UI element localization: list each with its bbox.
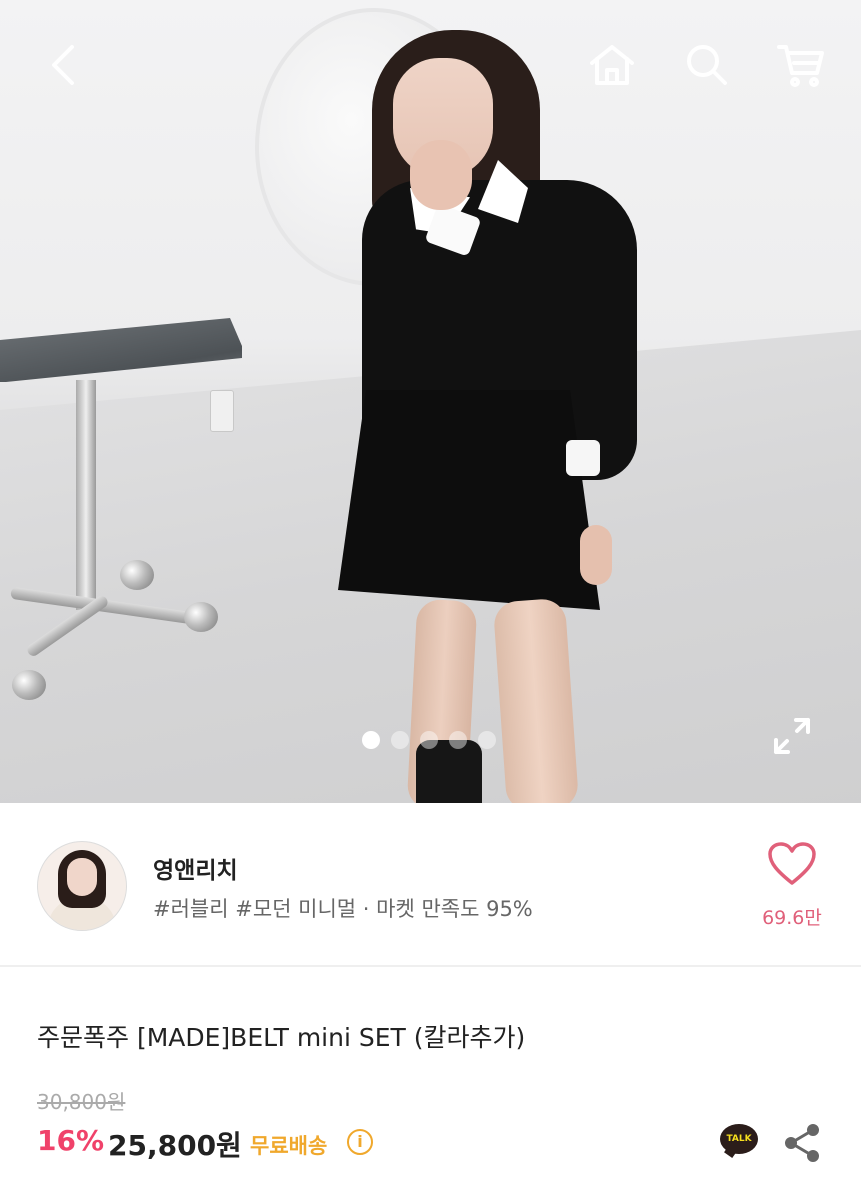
product-image[interactable] [0, 0, 861, 803]
model-boot [416, 740, 482, 803]
seller-section[interactable]: 영앤리치 #러블리 #모던 미니멀 · 마켓 만족도 95% 69.6만 [0, 803, 861, 967]
kakao-talk-button[interactable]: TALK [720, 1124, 760, 1158]
info-icon[interactable]: i [347, 1129, 373, 1155]
share-icon [785, 1124, 819, 1162]
side-table-top [0, 318, 242, 382]
model-hand [580, 525, 612, 585]
search-button[interactable] [680, 38, 734, 92]
free-shipping-badge: 무료배송 [250, 1134, 328, 1158]
home-icon [590, 45, 634, 85]
pagination-dot-active[interactable] [362, 731, 380, 749]
like-count: 69.6만 [762, 907, 822, 929]
home-button[interactable] [585, 38, 639, 92]
search-icon [687, 45, 727, 85]
pagination-dot[interactable] [391, 731, 409, 749]
avatar-face [67, 858, 97, 896]
model-hand [410, 140, 472, 210]
expand-icon [774, 718, 810, 754]
seller-name[interactable]: 영앤리치 [153, 851, 238, 885]
seller-avatar[interactable] [37, 841, 127, 931]
cart-button[interactable] [774, 38, 828, 92]
model-leg [492, 597, 580, 803]
chevron-left-icon [52, 45, 74, 85]
pagination-dot[interactable] [478, 731, 496, 749]
wall-outlet [210, 390, 234, 432]
talk-icon: TALK [720, 1124, 758, 1154]
original-price: 30,800원 [37, 1090, 126, 1114]
table-wheel [120, 560, 154, 590]
side-table-leg [76, 380, 96, 610]
share-button[interactable] [783, 1123, 821, 1163]
model-cuff [566, 440, 600, 476]
pagination-dot[interactable] [420, 731, 438, 749]
cart-icon [777, 45, 824, 87]
seller-tags: #러블리 #모던 미니멀 · 마켓 만족도 95% [153, 897, 533, 921]
discount-rate: 16% [37, 1124, 105, 1157]
gallery-pagination [362, 731, 496, 749]
heart-icon [768, 842, 816, 885]
like-button[interactable]: 69.6만 [752, 841, 832, 930]
table-wheel [184, 602, 218, 632]
product-title: 주문폭주 [MADE]BELT mini SET (칼라추가) [37, 1023, 526, 1052]
expand-button[interactable] [768, 712, 816, 760]
sale-price: 25,800원 [108, 1129, 242, 1162]
back-button[interactable] [36, 38, 90, 92]
pagination-dot[interactable] [449, 731, 467, 749]
table-wheel [12, 670, 46, 700]
model-skirt [338, 390, 600, 610]
